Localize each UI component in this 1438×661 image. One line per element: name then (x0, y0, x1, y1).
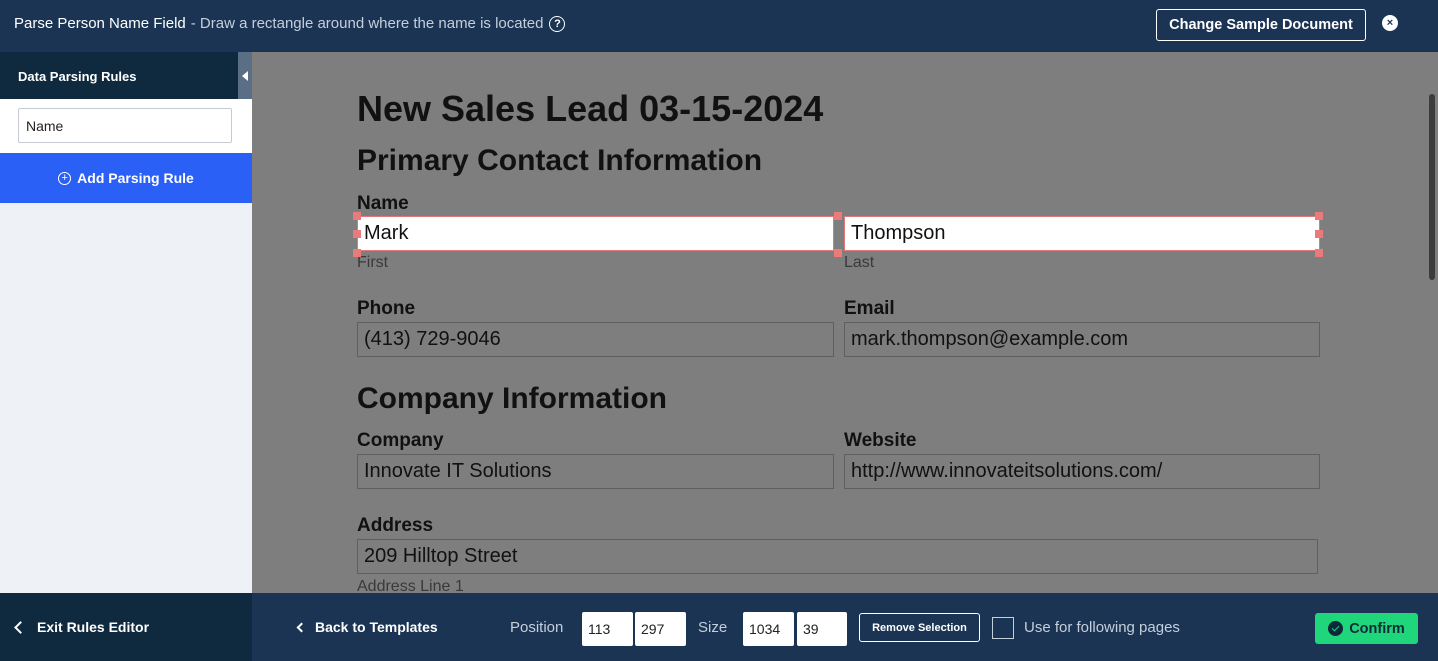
add-parsing-rule-label: Add Parsing Rule (77, 170, 194, 186)
add-circle-icon: + (58, 171, 72, 185)
address-caption: Address Line 1 (357, 578, 464, 593)
top-bar: Parse Person Name Field - Draw a rectang… (0, 0, 1438, 52)
last-caption: Last (844, 254, 875, 271)
position-label: Position (510, 619, 564, 636)
selection-handle-top-middle[interactable] (834, 212, 842, 220)
change-sample-document-button[interactable]: Change Sample Document (1156, 9, 1366, 41)
company-field: Innovate IT Solutions (357, 454, 834, 489)
last-name-field: Thompson (844, 216, 1320, 251)
email-label: Email (844, 298, 895, 319)
document-title: New Sales Lead 03-15-2024 (357, 88, 824, 129)
website-field: http://www.innovateitsolutions.com/ (844, 454, 1320, 489)
selection-handle-middle-left[interactable] (353, 230, 361, 238)
position-y-input[interactable] (635, 612, 686, 646)
confirm-button[interactable]: Confirm (1315, 613, 1418, 644)
website-label: Website (844, 430, 917, 451)
first-caption: First (357, 254, 389, 271)
phone-label: Phone (357, 298, 416, 319)
rule-list (0, 99, 252, 153)
sidebar: Data Parsing Rules + Add Parsing Rule (0, 52, 252, 593)
email-field: mark.thompson@example.com (844, 322, 1320, 357)
back-to-templates-label: Back to Templates (315, 619, 438, 635)
selection-handle-top-right[interactable] (1315, 212, 1323, 220)
address-label: Address (357, 515, 434, 536)
use-for-following-pages-label: Use for following pages (1024, 619, 1180, 636)
selection-handle-bottom-middle[interactable] (834, 249, 842, 257)
help-icon[interactable]: ? (549, 15, 566, 32)
close-icon[interactable]: × (1382, 15, 1398, 31)
title-instruction: - Draw a rectangle around where the name… (190, 15, 544, 32)
primary-contact-heading: Primary Contact Information (357, 144, 763, 177)
remove-selection-button[interactable]: Remove Selection (859, 613, 980, 642)
size-height-input[interactable] (797, 612, 847, 646)
exit-rules-editor-button[interactable]: Exit Rules Editor (0, 593, 252, 661)
sidebar-title: Data Parsing Rules (0, 52, 252, 99)
size-label: Size (698, 619, 728, 636)
sidebar-collapse-handle[interactable] (238, 52, 252, 99)
selection-handle-top-left[interactable] (353, 212, 361, 220)
company-info-heading: Company Information (357, 382, 668, 415)
selection-handle-middle-right[interactable] (1315, 230, 1323, 238)
use-for-following-pages-checkbox[interactable] (992, 617, 1014, 639)
document-scrollbar[interactable] (1429, 94, 1435, 280)
position-x-input[interactable] (582, 612, 633, 646)
address-field: 209 Hilltop Street (357, 539, 1318, 574)
selection-handle-bottom-left[interactable] (353, 249, 361, 257)
collapse-arrow-icon (242, 70, 248, 81)
phone-field: (413) 729-9046 (357, 322, 834, 357)
add-parsing-rule-button[interactable]: + Add Parsing Rule (0, 153, 252, 203)
bottom-bar: Exit Rules Editor Back to Templates Posi… (0, 593, 1438, 661)
chevron-left-icon (296, 622, 307, 632)
page-title: Parse Person Name Field - Draw a rectang… (14, 15, 566, 32)
exit-rules-editor-label: Exit Rules Editor (37, 619, 150, 635)
selection-handle-bottom-right[interactable] (1315, 249, 1323, 257)
document-preview[interactable]: New Sales Lead 03-15-2024 Primary Contac… (252, 52, 1438, 593)
title-main: Parse Person Name Field (14, 15, 186, 32)
check-circle-icon (1328, 621, 1344, 636)
name-label: Name (357, 193, 409, 214)
back-to-templates-button[interactable]: Back to Templates (296, 593, 438, 661)
first-name-field: Mark (357, 216, 834, 251)
confirm-label: Confirm (1349, 620, 1405, 637)
rule-name-input[interactable] (18, 108, 232, 143)
company-label: Company (357, 430, 444, 451)
chevron-left-icon (14, 620, 27, 634)
size-width-input[interactable] (743, 612, 794, 646)
